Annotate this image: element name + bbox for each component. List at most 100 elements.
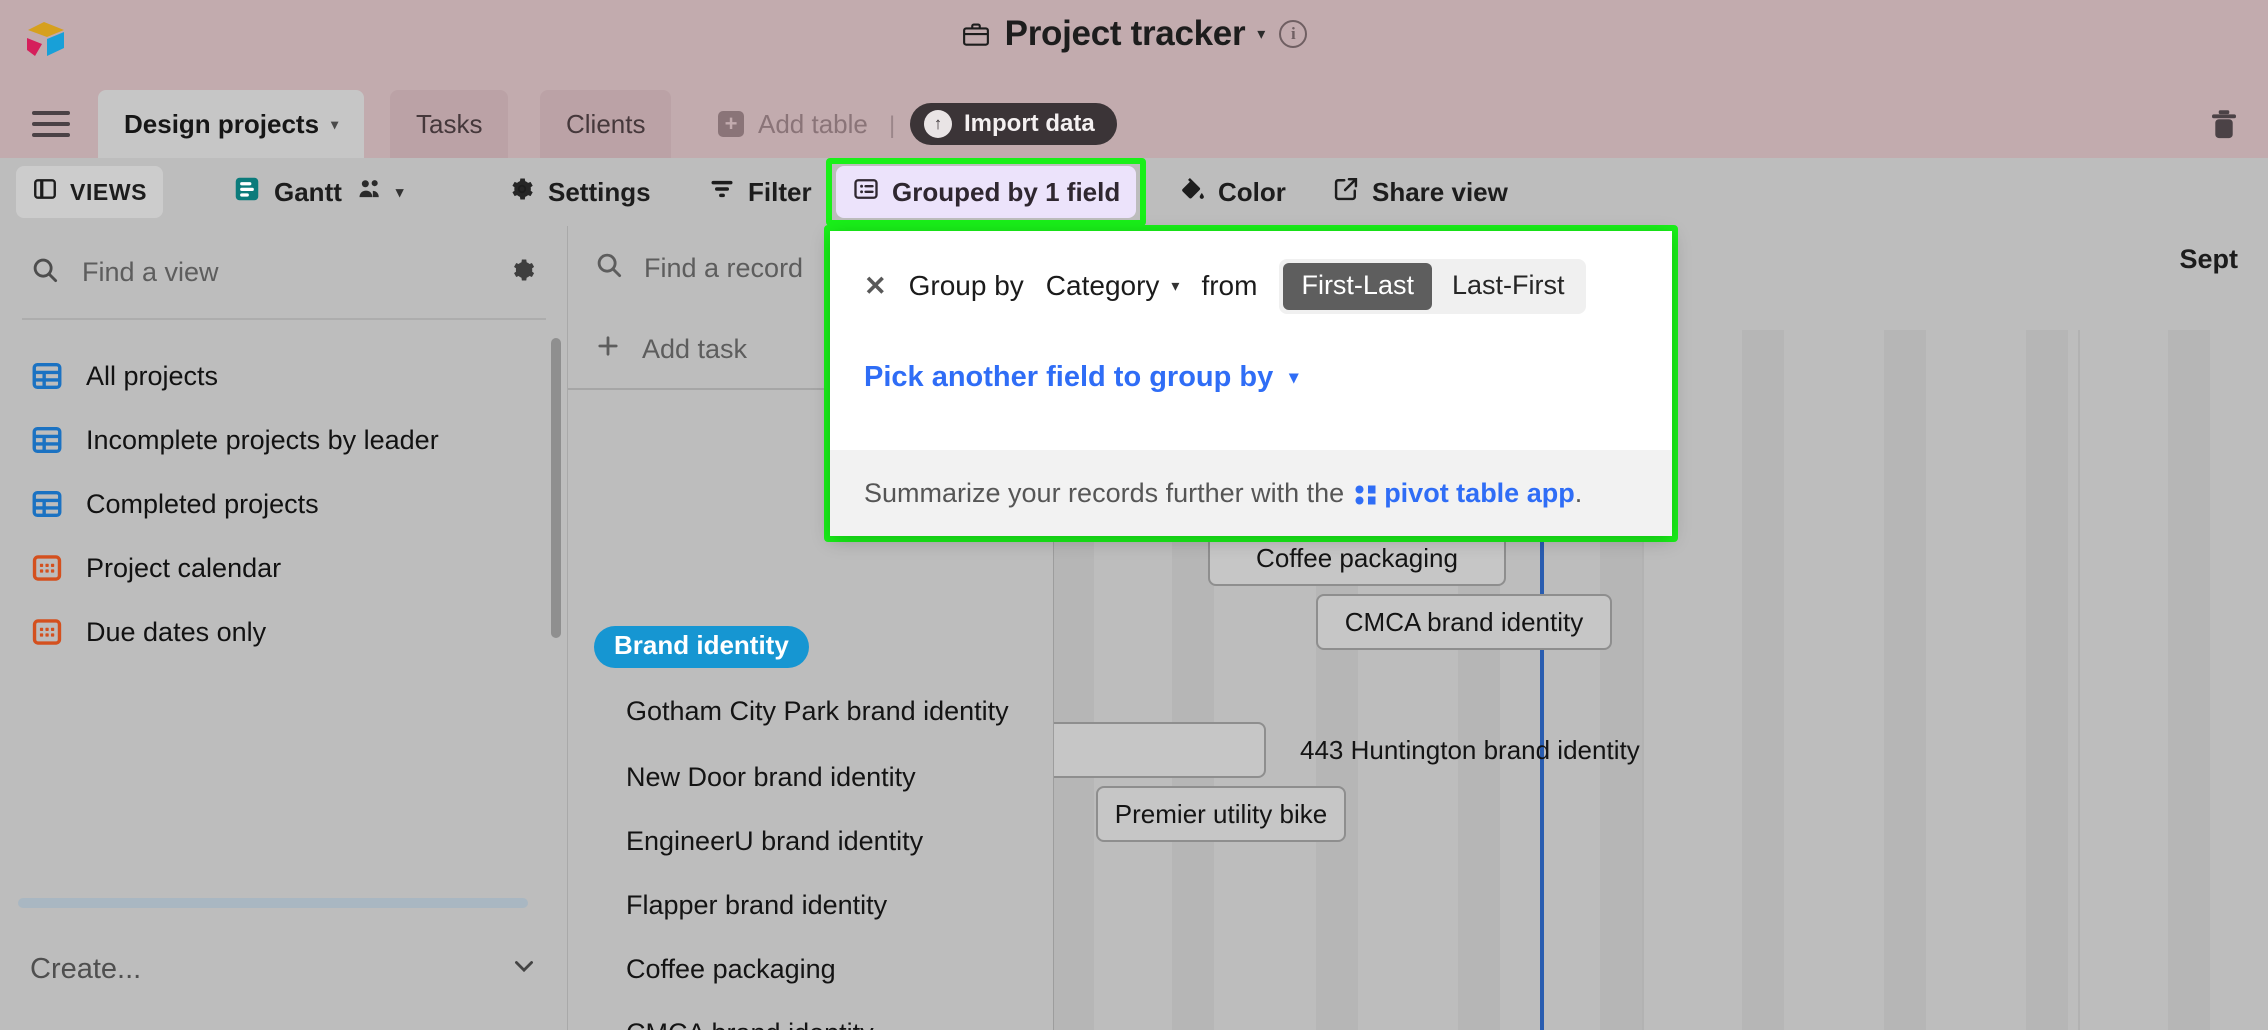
tab-tasks[interactable]: Tasks: [390, 90, 509, 158]
find-view-search[interactable]: Find a view: [0, 226, 568, 318]
tab-label: Clients: [566, 108, 646, 139]
page-title: Project tracker ▾ i: [0, 14, 2268, 54]
sidebar-item-all-projects[interactable]: All projects: [0, 344, 568, 408]
sidebar-item-label: Completed projects: [86, 488, 319, 519]
import-data-button[interactable]: ↑ Import data: [910, 103, 1117, 145]
grid-view-icon: [30, 359, 64, 393]
paint-bucket-icon: [1178, 175, 1206, 210]
tab-design-projects[interactable]: Design projects ▾: [98, 90, 365, 158]
chevron-down-icon[interactable]: ▾: [396, 183, 404, 201]
sidebar-item-completed-projects[interactable]: Completed projects: [0, 472, 568, 536]
share-view-label: Share view: [1372, 176, 1508, 207]
filter-button[interactable]: Filter: [692, 166, 828, 218]
list-item[interactable]: Coffee packaging: [568, 936, 1054, 1002]
gantt-bar[interactable]: [1054, 722, 1266, 778]
add-table-button[interactable]: + Add table: [700, 90, 886, 158]
group-by-field-select[interactable]: Category ▾: [1046, 270, 1180, 302]
view-selector-gantt[interactable]: Gantt ▾: [216, 166, 419, 218]
chevron-down-icon[interactable]: [510, 952, 538, 987]
tab-clients[interactable]: Clients: [540, 90, 672, 158]
tab-label: Design projects: [124, 108, 320, 139]
gantt-bar-label: Coffee packaging: [1256, 542, 1458, 573]
chevron-down-icon: ▾: [1289, 367, 1299, 387]
trash-icon[interactable]: [2206, 106, 2242, 142]
views-sidebar: Find a view All projects Incomplete proj…: [0, 226, 568, 1030]
top-bar: Project tracker ▾ i: [0, 0, 2268, 90]
highlight-box-grouped-by: [826, 158, 1146, 226]
group-by-field-name: Category: [1045, 270, 1160, 301]
import-data-label: Import data: [964, 110, 1095, 137]
popup-footer: Summarize your records further with the …: [830, 450, 1672, 536]
calendar-view-icon: [30, 551, 64, 585]
list-item[interactable]: EngineerU brand identity: [568, 808, 1054, 874]
create-grid-view[interactable]: Grid +: [0, 1018, 568, 1030]
sort-first-last-option[interactable]: First-Last: [1283, 262, 1432, 310]
group-by-popup: ✕ Group by Category ▾ from First-Last La…: [830, 231, 1672, 536]
sidebar-horizontal-scrollbar[interactable]: [18, 898, 528, 908]
add-table-label: Add table: [758, 108, 868, 139]
gantt-bar-label: 443 Huntington brand identity: [1300, 734, 1640, 765]
share-view-button[interactable]: Share view: [1316, 166, 1524, 218]
list-item[interactable]: New Door brand identity: [568, 744, 1054, 810]
create-section-header[interactable]: Create...: [0, 938, 568, 1000]
search-icon: [30, 255, 60, 290]
popup-footer-prefix: Summarize your records further with the: [864, 477, 1345, 508]
group-by-label: Group by: [908, 270, 1024, 301]
airtable-logo-icon[interactable]: [22, 18, 68, 64]
sidebar-item-project-calendar[interactable]: Project calendar: [0, 536, 568, 600]
sort-last-first-option[interactable]: Last-First: [1434, 263, 1583, 310]
share-external-icon: [1332, 175, 1360, 210]
list-item[interactable]: Flapper brand identity: [568, 872, 1054, 938]
sidebar-vertical-scrollbar[interactable]: [551, 338, 561, 638]
calendar-view-icon: [30, 615, 64, 649]
group-pill: Brand identity: [594, 626, 809, 668]
grid-view-icon: [30, 423, 64, 457]
search-icon: [594, 250, 624, 287]
upload-circle-icon: ↑: [924, 110, 952, 138]
hamburger-icon[interactable]: [32, 105, 70, 143]
sidebar-item-label: Project calendar: [86, 552, 282, 583]
gear-icon: [508, 175, 536, 210]
views-toggle-button[interactable]: VIEWS: [16, 166, 164, 218]
tab-label: Tasks: [416, 108, 483, 139]
chevron-down-icon[interactable]: ▾: [331, 116, 338, 133]
color-button[interactable]: Color: [1162, 166, 1302, 218]
sidebar-item-label: Incomplete projects by leader: [86, 424, 439, 455]
filter-icon: [708, 175, 736, 210]
list-item[interactable]: Gotham City Park brand identity: [568, 678, 1054, 744]
pivot-table-app-link[interactable]: pivot table app: [1384, 478, 1575, 509]
views-label: VIEWS: [70, 178, 148, 205]
sort-direction-segmented-control: First-Last Last-First: [1279, 258, 1587, 314]
gantt-bar[interactable]: Premier utility bike: [1096, 786, 1346, 842]
gantt-bar-label: CMCA brand identity: [1344, 606, 1584, 637]
pick-another-field-button[interactable]: Pick another field to group by ▾: [864, 361, 1298, 394]
group-by-popup-wrapper: ✕ Group by Category ▾ from First-Last La…: [824, 225, 1678, 542]
gantt-bar[interactable]: CMCA brand identity: [1316, 594, 1612, 650]
create-label: Create...: [30, 952, 142, 985]
gantt-column-stripe: [2026, 330, 2068, 1030]
from-label: from: [1201, 270, 1258, 301]
info-icon[interactable]: i: [1279, 20, 1308, 48]
settings-button[interactable]: Settings: [492, 166, 667, 218]
sidebar-item-incomplete-projects-by-leader[interactable]: Incomplete projects by leader: [0, 408, 568, 472]
gantt-column-stripe: [2168, 330, 2210, 1030]
gantt-month-label: Sept: [2179, 244, 2238, 274]
table-tab-bar: Design projects ▾ Tasks Clients + Add ta…: [0, 90, 2268, 158]
people-icon: [356, 175, 384, 210]
briefcase-icon: [961, 19, 991, 49]
gear-icon[interactable]: [508, 255, 538, 290]
view-toolbar: VIEWS Gantt ▾ Settings Filter Grouped by…: [0, 158, 2268, 226]
toolbar-divider: |: [889, 112, 896, 139]
close-x-icon[interactable]: ✕: [864, 271, 887, 302]
group-header-brand-identity[interactable]: Brand identity: [568, 614, 1054, 680]
sidebar-item-due-dates-only[interactable]: Due dates only: [0, 600, 568, 664]
filter-label: Filter: [748, 176, 812, 207]
sidebar-divider: [22, 318, 546, 320]
chevron-down-icon: ▾: [1171, 278, 1180, 295]
gantt-icon: [232, 174, 262, 211]
plus-square-icon: +: [718, 111, 744, 137]
group-by-row: ✕ Group by Category ▾ from First-Last La…: [830, 231, 1672, 341]
grid-view-icon: [30, 487, 64, 521]
list-item[interactable]: CMCA brand identity: [568, 1000, 1054, 1030]
chevron-down-icon[interactable]: ▾: [1257, 24, 1265, 44]
